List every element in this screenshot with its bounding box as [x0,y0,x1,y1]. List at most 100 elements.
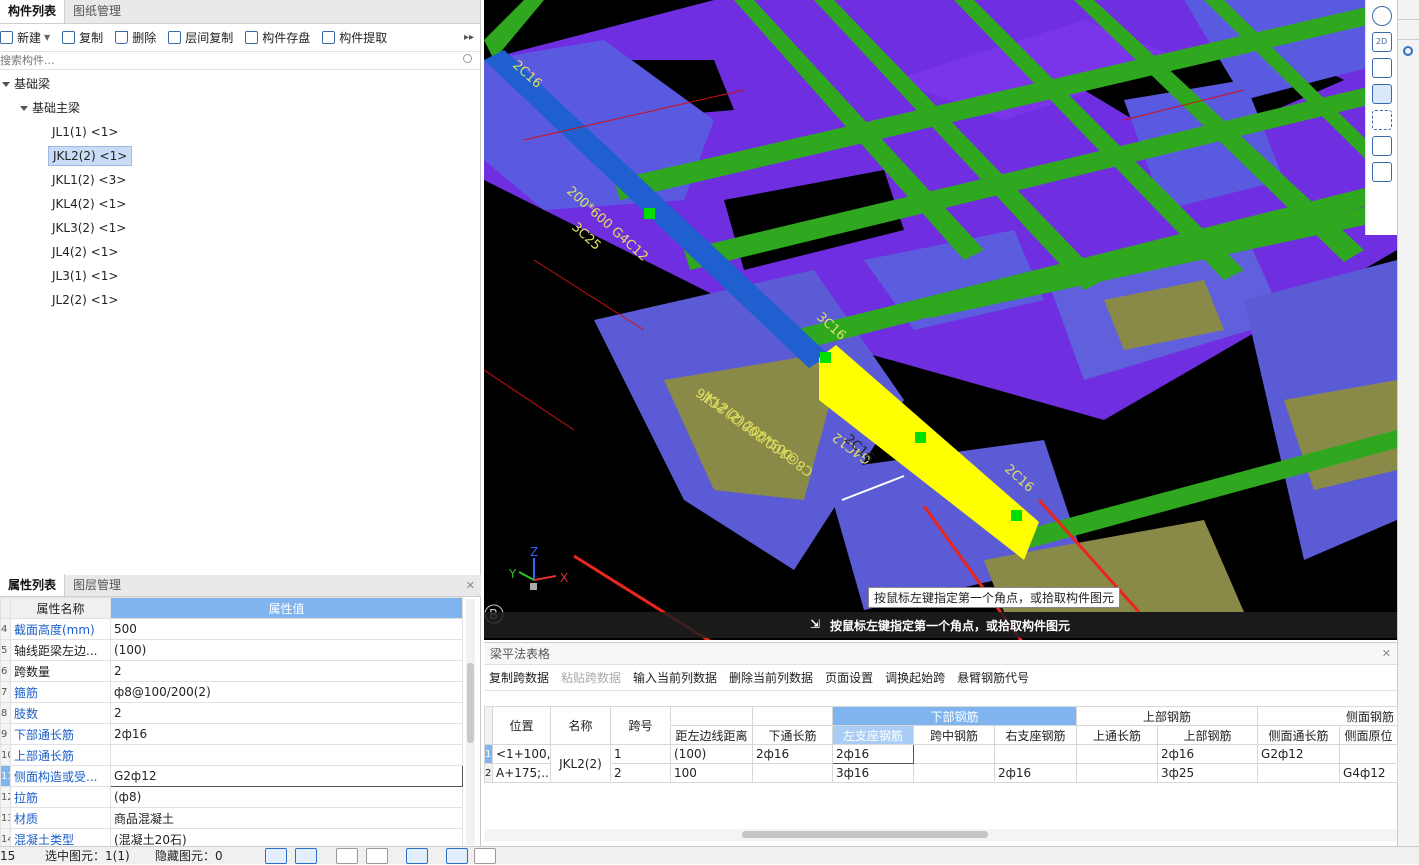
cell-top-through[interactable] [1076,744,1159,764]
property-row[interactable]: 4 截面高度(mm) 500 [0,618,463,640]
cell-span[interactable]: 1 [610,744,671,764]
cell-bottom-through[interactable]: 2ф16 [752,744,833,764]
property-row[interactable]: 10上部通长筋 [0,744,463,766]
property-scrollbar[interactable] [466,599,475,845]
property-value[interactable]: (ф8) [110,786,463,808]
grip-point[interactable] [915,432,926,443]
property-value[interactable]: ф8@100/200(2) [110,681,463,703]
right-edge-tab[interactable] [1398,20,1419,40]
grip-point[interactable] [820,352,831,363]
cell-side-through[interactable]: G2ф12 [1257,744,1341,764]
3d-scene[interactable]: 2C16 200*600 G4C12 3C25 3C16 JKL2(2) 200… [484,0,1397,640]
new-button[interactable]: 新建 ▼ [0,29,50,46]
cell-side-local[interactable] [1339,744,1399,764]
cell-distance[interactable]: 100 [670,763,753,783]
property-value[interactable]: 2 [110,702,463,724]
table-row[interactable]: 1 <1+100, JKL2(2) 1 (100) 2ф16 2ф16 2ф16… [484,744,1399,783]
tab-property-list[interactable]: 属性列表 [0,574,66,596]
save-component-button[interactable]: 构件存盘 [245,29,310,46]
beam-table-tool-button[interactable]: 复制跨数据 [489,669,549,686]
tree-item[interactable]: JKL1(2) <3> [0,168,480,192]
beam-table-tool-button[interactable]: 删除当前列数据 [729,669,813,686]
cell-top-through[interactable] [1076,763,1159,783]
cell-name[interactable]: JKL2(2) [550,744,611,783]
isometric-icon[interactable] [1371,136,1392,156]
grip-point[interactable] [644,208,655,219]
property-row[interactable]: 7 箍筋 ф8@100/200(2) [0,681,463,703]
expand-icon[interactable] [2,82,10,87]
property-row[interactable]: 12拉筋(ф8) [0,786,463,808]
tree-item[interactable]: JL4(2) <1> [0,240,480,264]
tab-layer-management[interactable]: 图层管理 [65,574,129,596]
tab-component-list[interactable]: 构件列表 [0,0,66,23]
close-icon[interactable]: ✕ [1382,643,1391,665]
cell-position[interactable]: A+175;... [492,763,551,783]
3d-box-icon[interactable] [1371,58,1392,78]
property-value[interactable]: 商品混凝土 [110,807,463,829]
tree-group[interactable]: 基础主梁 [0,96,480,120]
2d-view-icon[interactable]: 2D [1371,32,1392,52]
more-icon[interactable]: ▸▸ [464,32,474,43]
cell-span[interactable]: 2 [610,763,671,783]
extract-component-button[interactable]: 构件提取 [322,29,387,46]
property-row[interactable]: 9 下部通长筋 2ф16 [0,723,463,745]
property-value[interactable]: 2 [110,660,463,682]
delete-button[interactable]: 删除 [115,29,156,46]
property-row[interactable]: 11侧面构造或受...G2ф12 [0,765,463,787]
snap-cross-icon[interactable] [336,848,358,864]
tree-item[interactable]: JL1(1) <1> [0,120,480,144]
property-row[interactable]: 8 肢数 2 [0,702,463,724]
snap-offset-icon[interactable] [406,848,428,864]
property-value[interactable]: (100) [110,639,463,661]
grip-point[interactable] [1011,510,1022,521]
search-icon[interactable] [463,54,472,63]
property-row[interactable]: 5 轴线距梁左边... (100) [0,639,463,661]
cell-left-seat[interactable]: 3ф16 [832,763,914,783]
radio-icon[interactable] [1403,46,1413,56]
property-row[interactable]: 13材质商品混凝土 [0,807,463,829]
property-value[interactable]: 2ф16 [110,723,463,745]
snap-endpoint-icon[interactable] [295,848,317,864]
property-row[interactable]: 6 跨数量 2 [0,660,463,682]
snap-orthogonal-icon[interactable] [265,848,287,864]
cell-mid-span[interactable] [913,744,995,764]
snap-arc-icon[interactable] [474,848,496,864]
property-scroll-thumb[interactable] [467,663,474,743]
close-icon[interactable]: ✕ [466,579,475,592]
beam-table-tool-button[interactable]: 页面设置 [825,669,873,686]
cell-top[interactable]: 2ф16 [1157,744,1259,764]
3d-viewport[interactable]: 2C16 200*600 G4C12 3C25 3C16 JKL2(2) 200… [484,0,1397,640]
cell-top[interactable]: 3ф25 [1157,763,1259,783]
copy-button[interactable]: 复制 [62,29,103,46]
cell-side-local[interactable]: G4ф12 [1339,763,1399,783]
tree-item[interactable]: JKL4(2) <1> [0,192,480,216]
cell-bottom-through[interactable] [752,763,833,783]
cell-position[interactable]: <1+100, [492,744,551,764]
tree-root[interactable]: 基础梁 [0,72,480,96]
row-number[interactable]: 1 [484,744,493,764]
zoom-extents-icon[interactable] [1371,110,1392,130]
cell-right-seat[interactable] [993,744,1078,764]
right-edge-tab[interactable] [1398,0,1419,20]
cell-right-seat[interactable]: 2ф16 [993,763,1078,783]
tree-item[interactable]: JKL2(2) <1> [0,144,480,168]
tree-item[interactable]: JL2(2) <1> [0,288,480,312]
snap-angle-icon[interactable] [366,848,388,864]
search-input[interactable] [0,52,440,69]
cell-left-seat[interactable]: 2ф16 [832,744,914,764]
cell-mid-span[interactable] [913,763,995,783]
beam-table-tool-button[interactable]: 粘贴跨数据 [561,669,621,686]
tree-item[interactable]: JL3(1) <1> [0,264,480,288]
horizontal-scroll-thumb[interactable] [742,831,988,838]
floor-copy-button[interactable]: 层间复制 [168,29,233,46]
row-number[interactable]: 2 [484,763,493,783]
cell-distance[interactable]: (100) [670,744,753,764]
beam-table-tool-button[interactable]: 输入当前列数据 [633,669,717,686]
report-icon[interactable] [1371,162,1392,182]
property-value[interactable] [110,744,463,766]
property-value[interactable]: 500 [110,618,463,640]
beam-table-tool-button[interactable]: 调换起始跨 [885,669,945,686]
beam-table-tool-button[interactable]: 悬臂钢筋代号 [957,669,1029,686]
view-cube-icon[interactable] [1371,84,1392,104]
tree-item[interactable]: JKL3(2) <1> [0,216,480,240]
